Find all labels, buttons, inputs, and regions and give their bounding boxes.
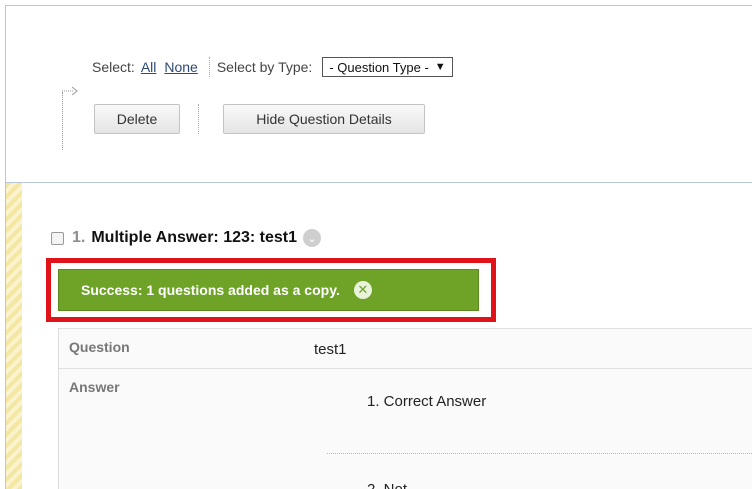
question-toolbar: Select: All None Select by Type: - Quest… <box>6 6 752 182</box>
select-all-link[interactable]: All <box>141 59 157 75</box>
question-type-select[interactable]: - Question Type - ▼ <box>322 57 453 77</box>
hide-question-details-button[interactable]: Hide Question Details <box>223 104 425 134</box>
select-none-link[interactable]: None <box>164 59 197 75</box>
success-message: Success: 1 questions added as a copy. ✕ <box>58 269 479 311</box>
answer-item-2: 2. Not... <box>367 481 420 489</box>
answer-row: Answer 1. Correct Answer 2. Not... <box>59 368 752 489</box>
bracket-line <box>62 92 77 150</box>
question-type-value: - Question Type - <box>329 59 429 75</box>
question-label: Question <box>69 339 130 355</box>
question-row: Question test1 <box>59 328 752 369</box>
question-checkbox[interactable] <box>51 231 64 245</box>
answer-label: Answer <box>69 379 120 395</box>
select-by-type-label: Select by Type: <box>216 59 313 75</box>
answer-item-1: 1. Correct Answer <box>367 393 487 410</box>
answer-divider <box>327 453 752 454</box>
select-row: Select: All None Select by Type: - Quest… <box>92 56 453 78</box>
dropdown-arrow-icon: ▼ <box>434 61 446 73</box>
separator <box>198 104 199 134</box>
question-area: 1. Multiple Answer: 123: test1 ⌄ Success… <box>6 182 752 489</box>
select-label: Select: <box>92 59 135 75</box>
question-stripe <box>6 183 22 489</box>
separator <box>208 57 210 77</box>
close-icon[interactable]: ✕ <box>353 281 372 299</box>
success-message-text: Success: 1 questions added as a copy. <box>81 282 340 298</box>
question-number: 1. <box>72 229 86 246</box>
question-title-text: Multiple Answer: 123: test1 <box>91 229 298 246</box>
question-title: 1. Multiple Answer: 123: test1 ⌄ <box>51 229 322 247</box>
chevron-down-icon[interactable]: ⌄ <box>303 229 322 247</box>
question-details: Question test1 Answer 1. Correct Answer … <box>58 328 752 489</box>
question-value: test1 <box>314 341 347 358</box>
delete-button[interactable]: Delete <box>94 104 180 134</box>
content-frame: Select: All None Select by Type: - Quest… <box>5 5 752 489</box>
